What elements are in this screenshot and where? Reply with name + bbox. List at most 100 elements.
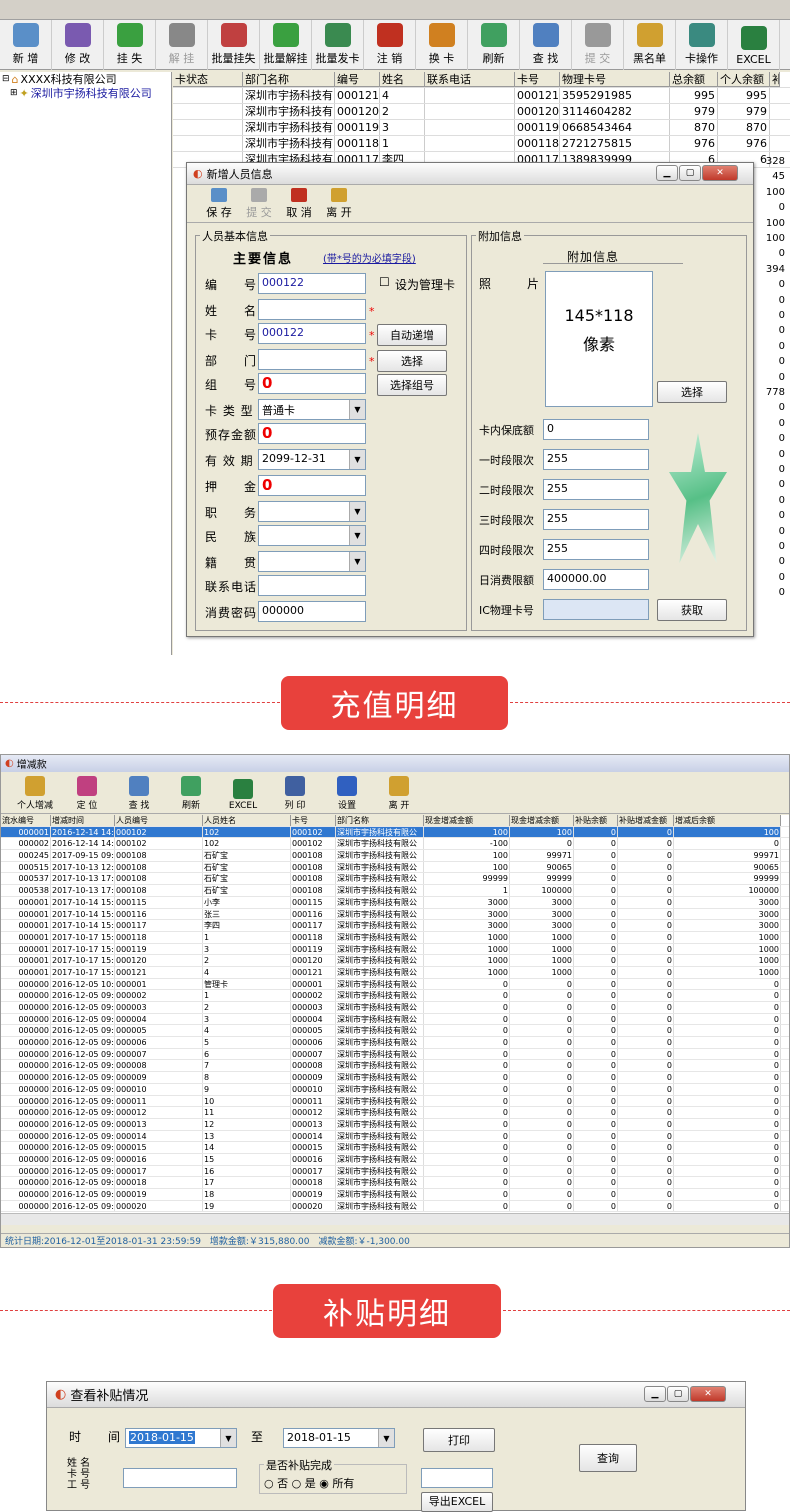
minimize-icon[interactable]: ▁ bbox=[656, 165, 678, 181]
column-header[interactable]: 人员姓名 bbox=[203, 815, 291, 826]
extra-input[interactable] bbox=[421, 1468, 493, 1488]
column-header[interactable]: 补贴余额 bbox=[574, 815, 618, 826]
table-row[interactable]: 0000012017-10-14 15:19:4000117李四000117深圳… bbox=[1, 920, 789, 932]
table-row[interactable]: 0000002016-12-05 09:36:500001110000011深圳… bbox=[1, 1095, 789, 1108]
tree-child[interactable]: ⊞ ✦ 深圳市宇扬科技有限公司 bbox=[0, 86, 171, 101]
toolbar-button[interactable]: 注 销 bbox=[364, 20, 416, 70]
table-row[interactable]: 0000022016-12-14 14:14:2000102102000102深… bbox=[1, 838, 789, 851]
chevron-down-icon[interactable]: ▼ bbox=[349, 552, 365, 571]
table-row[interactable]: 0000002016-12-05 09:36:500001817000018深圳… bbox=[1, 1177, 789, 1189]
field-button[interactable]: 选择组号 bbox=[377, 374, 447, 396]
dialog-toolbar-button[interactable]: 离 开 bbox=[319, 185, 359, 222]
column-header[interactable]: 卡号 bbox=[515, 72, 560, 87]
extra-field-input[interactable]: 255 bbox=[543, 539, 649, 560]
toolbar-button[interactable]: 离 开 bbox=[373, 772, 425, 813]
table-row[interactable]: 0000012016-12-14 14:13:5000102102000102深… bbox=[1, 826, 789, 839]
table-row[interactable]: 深圳市宇扬科技有 000120 2 000120 3114604282 979 979 bbox=[173, 104, 790, 120]
table-row[interactable]: 0000012017-10-17 15:13:40001202000120深圳市… bbox=[1, 955, 789, 967]
field-input[interactable]: 000000 bbox=[258, 601, 366, 622]
field-input[interactable]: 2099-12-31 ▼ bbox=[258, 449, 366, 470]
toolbar-button[interactable]: 修 改 bbox=[52, 20, 104, 70]
field-input[interactable]: 0 bbox=[258, 475, 366, 496]
table-row[interactable]: 0000002016-12-05 09:36:500001615000016深圳… bbox=[1, 1153, 789, 1166]
table-row[interactable]: 0000002016-12-05 09:36:500001312000013深圳… bbox=[1, 1118, 789, 1131]
toolbar-button[interactable]: 刷新 bbox=[165, 772, 217, 813]
toolbar-button[interactable]: 提 交 bbox=[572, 20, 624, 70]
field-button[interactable]: 选择 bbox=[377, 350, 447, 372]
table-row[interactable]: 0000002016-12-05 09:36:50000109000010深圳市… bbox=[1, 1083, 789, 1096]
column-header[interactable]: 物理卡号 bbox=[560, 72, 670, 87]
query-button[interactable]: 查询 bbox=[579, 1444, 637, 1472]
table-row[interactable]: 0000002016-12-05 09:36:50000076000007深圳市… bbox=[1, 1048, 789, 1061]
tree-root[interactable]: ⊟ ⌂ XXXX科技有限公司 bbox=[0, 72, 171, 87]
chevron-down-icon[interactable]: ▼ bbox=[378, 1429, 394, 1447]
table-row[interactable]: 深圳市宇扬科技有 000119 3 000119 0668543464 870 870 bbox=[173, 120, 790, 136]
field-input[interactable]: 000122 bbox=[258, 323, 366, 344]
table-row[interactable]: 0000002016-12-05 09:36:50000087000008深圳市… bbox=[1, 1060, 789, 1073]
expand-icon[interactable]: ⊞ bbox=[10, 88, 18, 98]
field-input[interactable]: 0 bbox=[258, 373, 366, 394]
table-row[interactable]: 0000002016-12-05 09:36:500001716000017深圳… bbox=[1, 1165, 789, 1178]
toolbar-button[interactable]: 设置 bbox=[321, 772, 373, 813]
name-card-input[interactable] bbox=[123, 1468, 237, 1488]
column-header[interactable]: 联系电话 bbox=[425, 72, 515, 87]
toolbar-button[interactable]: 刷新 bbox=[468, 20, 520, 70]
horizontal-scrollbar[interactable] bbox=[1, 1213, 789, 1225]
toolbar-button[interactable]: EXCEL bbox=[728, 20, 780, 70]
column-header[interactable]: 增减后余额 bbox=[674, 815, 781, 826]
extra-field-input[interactable]: 255 bbox=[543, 449, 649, 470]
table-row[interactable]: 0000002016-12-05 09:36:500001918000019深圳… bbox=[1, 1189, 789, 1201]
dialog-toolbar-button[interactable]: 提 交 bbox=[239, 185, 279, 222]
column-header[interactable]: 姓名 bbox=[380, 72, 425, 87]
toolbar-button[interactable]: 挂 失 bbox=[104, 20, 156, 70]
toolbar-button[interactable]: 解 挂 bbox=[156, 20, 208, 70]
radio-no[interactable]: ○ 否 bbox=[264, 1477, 288, 1490]
table-row[interactable]: 0000002016-12-05 09:36:50000098000009深圳市… bbox=[1, 1072, 789, 1084]
extra-field-input[interactable]: 255 bbox=[543, 479, 649, 500]
toolbar-button[interactable]: 列 印 bbox=[269, 772, 321, 813]
table-row[interactable]: 深圳市宇扬科技有 000118 1 000118 2721275815 976 976 bbox=[173, 136, 790, 152]
expand-icon[interactable]: ⊟ bbox=[2, 74, 10, 84]
toolbar-button[interactable]: 查 找 bbox=[113, 772, 165, 813]
export-excel-button[interactable]: 导出EXCEL bbox=[421, 1492, 493, 1512]
dialog-toolbar-button[interactable]: 保 存 bbox=[199, 185, 239, 222]
column-header[interactable]: 增减时间 bbox=[51, 815, 115, 826]
chevron-down-icon[interactable]: ▼ bbox=[349, 502, 365, 521]
toolbar-button[interactable]: 换 卡 bbox=[416, 20, 468, 70]
toolbar-button[interactable]: 新 增 bbox=[0, 20, 52, 70]
table-row[interactable]: 0000002016-12-05 09:36:50000043000004深圳市… bbox=[1, 1013, 789, 1026]
toolbar-button[interactable]: 批量发卡 bbox=[312, 20, 364, 70]
radio-all[interactable]: ◉ 所有 bbox=[319, 1477, 354, 1490]
close-icon[interactable]: ✕ bbox=[702, 165, 738, 181]
extra-field-input[interactable]: 0 bbox=[543, 419, 649, 440]
table-row[interactable]: 0000002016-12-05 09:36:500001514000015深圳… bbox=[1, 1142, 789, 1154]
table-row[interactable]: 0000002016-12-05 09:36:500002019000020深圳… bbox=[1, 1200, 789, 1213]
date-from-select[interactable]: 2018-01-15 ▼ bbox=[125, 1428, 237, 1448]
column-header[interactable]: 部门名称 bbox=[336, 815, 424, 826]
column-header[interactable]: 现金增减金额 bbox=[424, 815, 510, 826]
column-header[interactable]: 卡状态 bbox=[173, 72, 243, 87]
table-row[interactable]: 0000002016-12-05 09:36:50000065000006深圳市… bbox=[1, 1037, 789, 1049]
column-header[interactable]: 补 bbox=[770, 72, 780, 87]
field-input[interactable]: ▼ bbox=[258, 525, 366, 546]
photo-select-button[interactable]: 选择 bbox=[657, 381, 727, 403]
table-row[interactable]: 0000002016-12-05 10:04:5000001管理卡000001深… bbox=[1, 978, 789, 991]
column-header[interactable]: 人员编号 bbox=[115, 815, 203, 826]
minimize-icon[interactable]: ▁ bbox=[644, 1386, 666, 1402]
table-row[interactable]: 0000002016-12-05 09:36:500001211000012深圳… bbox=[1, 1107, 789, 1119]
toolbar-button[interactable]: 批量解挂 bbox=[260, 20, 312, 70]
table-row[interactable]: 0000012017-10-17 15:13:00001193000119深圳市… bbox=[1, 943, 789, 956]
field-button[interactable]: 自动递增 bbox=[377, 324, 447, 346]
field-input[interactable] bbox=[258, 575, 366, 596]
toolbar-button[interactable]: EXCEL bbox=[217, 772, 269, 813]
table-row[interactable]: 0005372017-10-13 17:09:3000108石矿宝000108深… bbox=[1, 873, 789, 886]
maximize-icon[interactable]: ▢ bbox=[679, 165, 701, 181]
table-row[interactable]: 0000012017-10-14 15:18:4000115小李000115深圳… bbox=[1, 896, 789, 909]
column-header[interactable]: 流水编号 bbox=[1, 815, 51, 826]
chevron-down-icon[interactable]: ▼ bbox=[349, 400, 365, 419]
table-row[interactable]: 0002452017-09-15 09:25:4000108石矿宝000108深… bbox=[1, 850, 789, 862]
radio-yes[interactable]: ○ 是 bbox=[292, 1477, 316, 1490]
column-header[interactable]: 个人余额 bbox=[718, 72, 770, 87]
toolbar-button[interactable]: 批量挂失 bbox=[208, 20, 260, 70]
field-input[interactable] bbox=[258, 349, 366, 370]
